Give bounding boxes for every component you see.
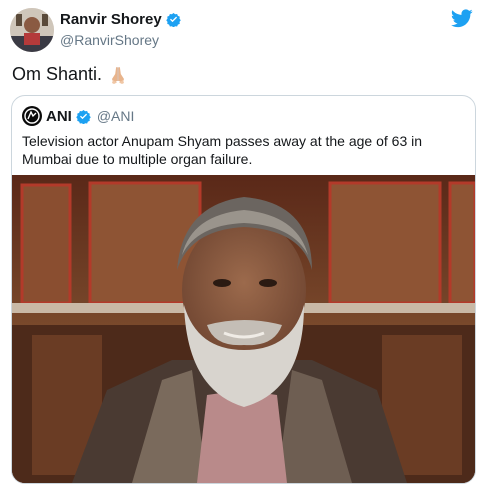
verified-badge-icon: [76, 109, 91, 124]
twitter-bird-icon[interactable]: [451, 9, 473, 28]
quoted-tweet-photo[interactable]: [12, 175, 475, 483]
tweet-card: Ranvir Shorey @RanvirShorey Om Shanti. A…: [0, 0, 483, 490]
quoted-author-avatar[interactable]: [22, 106, 42, 126]
author-name-row: Ranvir Shorey: [60, 11, 181, 28]
author-handle[interactable]: @RanvirShorey: [60, 32, 159, 48]
folded-hands-emoji: [112, 66, 125, 84]
quoted-tweet-text: Television actor Anupam Shyam passes awa…: [22, 133, 423, 167]
tweet-body: Om Shanti.: [12, 64, 103, 84]
tweet-text: Om Shanti.: [12, 64, 128, 85]
quoted-author-name[interactable]: ANI: [46, 108, 72, 125]
verified-badge-icon: [165, 12, 181, 27]
quoted-tweet-header: ANI @ANI: [22, 106, 134, 126]
quoted-tweet[interactable]: ANI @ANI Television actor Anupam Shyam p…: [11, 95, 476, 484]
quoted-author-handle[interactable]: @ANI: [97, 108, 135, 124]
author-avatar[interactable]: [10, 8, 54, 52]
author-display-name[interactable]: Ranvir Shorey: [60, 11, 162, 28]
